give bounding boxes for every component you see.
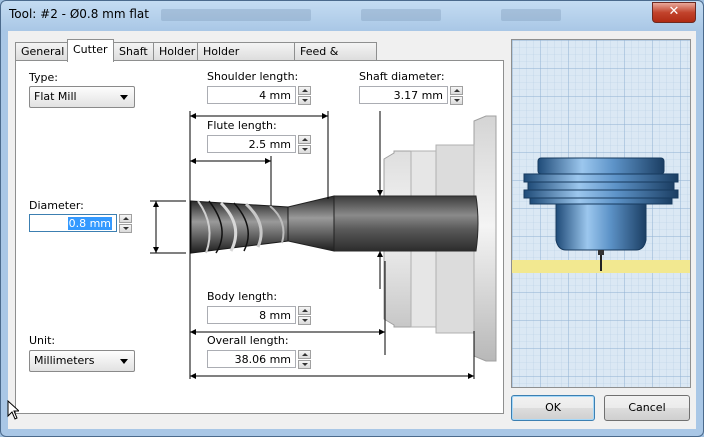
tab-shaft[interactable]: Shaft <box>113 42 155 61</box>
diameter-value: 0.8 mm <box>67 217 112 230</box>
shaft-diameter-up-icon[interactable] <box>450 86 463 95</box>
shaft-diameter-value: 3.17 mm <box>393 89 443 102</box>
tool-3d-preview[interactable] <box>511 39 691 388</box>
ok-button[interactable]: OK <box>511 395 595 421</box>
diameter-spin-buttons <box>119 214 132 234</box>
diameter-up-icon[interactable] <box>119 214 132 223</box>
window-title: Tool: #2 - Ø0.8 mm flat <box>9 7 149 21</box>
type-dropdown[interactable]: Flat Mill <box>29 86 135 108</box>
body-length-input[interactable]: 8 mm <box>207 306 296 324</box>
overall-length-label: Overall length: <box>207 334 289 347</box>
flute-length-up-icon[interactable] <box>298 135 311 144</box>
shoulder-length-spin-buttons <box>298 86 311 106</box>
tab-cutter[interactable]: Cutter <box>67 39 114 62</box>
body-length-spin-buttons <box>298 306 311 326</box>
tab-feed-speed[interactable]: Feed & Speed <box>294 42 377 76</box>
ok-label: OK <box>545 401 561 414</box>
shaft-diameter-label: Shaft diameter: <box>359 70 445 83</box>
diameter-input[interactable]: 0.8 mm <box>29 214 117 232</box>
flute-length-stepper[interactable]: 2.5 mm <box>207 135 312 155</box>
overall-length-down-icon[interactable] <box>298 360 311 369</box>
tab-holder-geometry[interactable]: Holder Geometry <box>197 42 295 76</box>
cutter-flutes-image <box>190 200 289 254</box>
body-length-down-icon[interactable] <box>298 316 311 325</box>
cancel-label: Cancel <box>628 401 666 414</box>
flute-length-spin-buttons <box>298 135 311 155</box>
overall-length-stepper[interactable]: 38.06 mm <box>207 350 312 370</box>
shoulder-length-stepper[interactable]: 4 mm <box>207 86 312 106</box>
overall-length-input[interactable]: 38.06 mm <box>207 350 296 368</box>
background-window-glimpse <box>361 9 441 21</box>
overall-length-up-icon[interactable] <box>298 350 311 359</box>
cutter-panel: Type: Flat Mill Diameter: 0.8 mm Unit: M… <box>15 60 504 414</box>
background-window-glimpse <box>501 9 561 21</box>
tool-3d-render <box>512 40 690 387</box>
diameter-label: Diameter: <box>29 199 84 212</box>
flute-length-input[interactable]: 2.5 mm <box>207 135 296 153</box>
shoulder-length-down-icon[interactable] <box>298 96 311 105</box>
tab-label: General <box>21 45 65 58</box>
mouse-pointer-icon <box>7 400 19 420</box>
flute-length-value: 2.5 mm <box>248 138 291 151</box>
chevron-down-icon <box>120 95 128 100</box>
tab-general[interactable]: General <box>15 42 68 61</box>
title-bar[interactable]: Tool: #2 - Ø0.8 mm flat ✕ <box>1 1 703 29</box>
chevron-down-icon <box>120 359 128 364</box>
shaft-diameter-stepper[interactable]: 3.17 mm <box>359 86 464 106</box>
body-length-up-icon[interactable] <box>298 306 311 315</box>
tool-neck-image <box>287 195 335 252</box>
type-value: Flat Mill <box>34 90 77 103</box>
tab-label: Shaft <box>119 45 148 58</box>
body-length-stepper[interactable]: 8 mm <box>207 306 312 326</box>
tab-label: Cutter <box>73 43 108 56</box>
shoulder-length-value: 4 mm <box>259 89 291 102</box>
dialog-client-area: General Cutter Shaft Holder Holder Geome… <box>8 31 696 429</box>
close-button[interactable]: ✕ <box>652 2 696 23</box>
shaft-diameter-spin-buttons <box>450 86 463 106</box>
shoulder-length-input[interactable]: 4 mm <box>207 86 296 104</box>
background-window-glimpse <box>161 9 311 21</box>
shaft-diameter-input[interactable]: 3.17 mm <box>359 86 448 104</box>
body-length-value: 8 mm <box>259 309 291 322</box>
diameter-stepper[interactable]: 0.8 mm <box>29 214 133 234</box>
shoulder-length-label: Shoulder length: <box>207 70 299 83</box>
diameter-down-icon[interactable] <box>119 224 132 233</box>
tab-holder[interactable]: Holder <box>153 42 199 61</box>
tool-dialog: Tool: #2 - Ø0.8 mm flat ✕ General Cutter… <box>0 0 704 437</box>
unit-value: Millimeters <box>34 354 95 367</box>
overall-length-spin-buttons <box>298 350 311 370</box>
tab-label: Holder <box>159 45 196 58</box>
flute-length-label: Flute length: <box>207 119 277 132</box>
overall-length-value: 38.06 mm <box>234 353 291 366</box>
shaft-diameter-down-icon[interactable] <box>450 96 463 105</box>
cancel-button[interactable]: Cancel <box>604 395 690 421</box>
flute-length-down-icon[interactable] <box>298 145 311 154</box>
unit-dropdown[interactable]: Millimeters <box>29 350 135 372</box>
shoulder-length-up-icon[interactable] <box>298 86 311 95</box>
body-length-label: Body length: <box>207 290 278 303</box>
unit-label: Unit: <box>29 334 56 347</box>
type-label: Type: <box>29 71 58 84</box>
tool-shaft-image <box>333 195 479 252</box>
close-icon: ✕ <box>668 4 680 19</box>
